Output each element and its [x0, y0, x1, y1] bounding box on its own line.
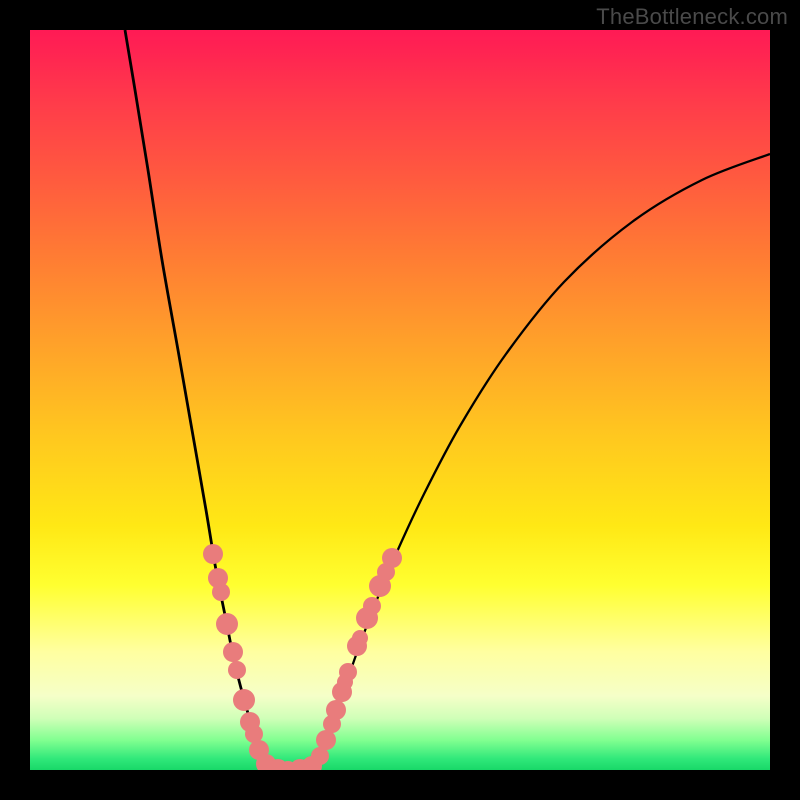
plot-area: [30, 30, 770, 770]
data-marker: [228, 661, 246, 679]
data-marker: [223, 642, 243, 662]
data-marker: [339, 663, 357, 681]
data-marker: [212, 583, 230, 601]
data-markers: [203, 544, 402, 770]
chart-frame: TheBottleneck.com: [0, 0, 800, 800]
data-marker: [316, 730, 336, 750]
data-marker: [216, 613, 238, 635]
chart-svg: [30, 30, 770, 770]
data-marker: [233, 689, 255, 711]
data-marker: [326, 700, 346, 720]
watermark-text: TheBottleneck.com: [596, 4, 788, 30]
data-marker: [382, 548, 402, 568]
curve-left-arm: [125, 30, 266, 765]
data-marker: [363, 597, 381, 615]
data-marker: [203, 544, 223, 564]
curve-right-arm: [316, 154, 770, 765]
data-marker: [352, 630, 368, 646]
